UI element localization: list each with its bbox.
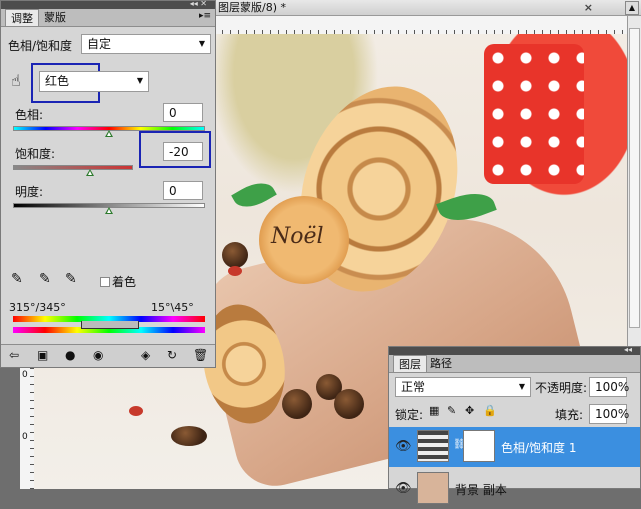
layers-tabs: 图层 路径 [389,355,640,373]
chevron-down-icon: ▼ [518,382,525,391]
expand-view-icon[interactable]: ▣ [37,348,48,362]
lightness-label: 明度: [15,185,44,199]
lightness-input[interactable]: 0 [163,181,203,200]
opacity-input[interactable]: 100% [589,377,629,397]
chocolate-nut [171,426,207,446]
lock-pixels-icon[interactable]: ✎ [447,404,456,417]
back-icon[interactable]: ⇦ [9,348,19,362]
hue-slider-thumb[interactable] [105,130,113,137]
range-slider[interactable] [81,321,139,329]
preset-value: 自定 [87,37,112,51]
document-tab-title: 图层蒙版/8) * [218,1,286,14]
cookie: Noël [259,196,349,284]
chocolate-nut [334,389,364,419]
adjustments-footer: ⇦ ▣ ● ◉ ◈ ↻ 🗑 [1,344,215,367]
horizontal-ruler [214,16,627,35]
eyedropper-minus-icon[interactable]: ✎ [65,271,77,287]
tab-adjustments[interactable]: 调整 [5,9,39,26]
collapse-icon[interactable]: ◂◂ [624,345,632,354]
fill-input[interactable]: 100% [589,404,629,424]
scroll-up-icon[interactable]: ▲ [625,1,639,15]
hue-label: 色相: [15,108,44,122]
visibility-icon[interactable]: ◉ [93,348,103,362]
layer-name: 背景 副本 [455,483,507,497]
chevron-down-icon: ▼ [198,39,205,48]
tab-paths[interactable]: 路径 [425,355,457,372]
eyedropper-plus-icon[interactable]: ✎ [39,271,51,287]
saturation-slider[interactable] [13,165,133,170]
chocolate-nut [222,242,248,268]
lightness-slider-thumb[interactable] [105,207,113,214]
hand-adjust-icon[interactable]: ☝ [11,71,21,90]
cookie-text: Noël [271,224,324,249]
panel-titlebar[interactable]: ◂◂ ✕ [1,0,215,9]
chocolate-nut [282,389,312,419]
range-right-label: 15°\45° [151,301,194,314]
vertical-scrollbar[interactable] [627,16,641,346]
holly-leaf [231,175,277,215]
tab-masks[interactable]: 蒙版 [39,9,71,26]
preset-label: 色相/饱和度 [8,39,73,53]
reset-icon[interactable]: ↻ [167,348,177,362]
colorize-checkbox[interactable] [100,277,110,287]
hue-input[interactable]: 0 [163,103,203,122]
close-document-icon[interactable]: × [584,0,593,16]
scrollbar-thumb[interactable] [629,28,640,328]
polka-dot-mug [484,44,584,184]
lock-all-icon[interactable]: 🔒 [483,404,497,417]
saturation-label: 饱和度: [15,147,56,161]
channel-dropdown[interactable]: 红色 ▼ [39,71,149,92]
lock-position-icon[interactable]: ✥ [465,404,474,417]
mask-thumbnail [463,430,495,462]
red-berry [228,266,242,276]
layers-panel: ◂◂ 图层 路径 正常 ▼ 不透明度: 100% 锁定: ▦ ✎ ✥ 🔒 填充:… [388,345,641,504]
eyedropper-icon[interactable]: ✎ [11,271,23,287]
opacity-label: 不透明度: [535,381,588,395]
panel-titlebar[interactable]: ◂◂ [389,345,640,355]
saturation-input[interactable]: -20 [163,142,203,161]
blend-mode-value: 正常 [401,380,426,394]
adjustments-panel: ◂◂ ✕ 调整 蒙版 ▸≡ 色相/饱和度 自定 ▼ ☝ 红色 ▼ 色相: 0 饱… [0,0,216,368]
blend-mode-dropdown[interactable]: 正常 ▼ [395,377,531,397]
panel-menu-icon[interactable]: ▸≡ [199,11,211,21]
saturation-slider-thumb[interactable] [85,169,94,176]
preset-dropdown[interactable]: 自定 ▼ [81,34,211,54]
chevron-down-icon: ▼ [136,76,143,85]
layer-row-hue-saturation[interactable]: 👁 ⛓ 色相/饱和度 1 [389,427,640,467]
fill-label: 填充: [555,408,584,422]
vertical-ruler: 0 0 [20,368,35,489]
ruler-mark: 0 [22,370,28,380]
document-tab[interactable]: 图层蒙版/8) * × ▲ [214,0,641,16]
eye-icon[interactable]: 👁 [395,439,412,454]
colorize-label: 着色 [112,275,137,289]
adjustments-tabs: 调整 蒙版 ▸≡ [1,9,215,27]
lock-label: 锁定: [395,408,424,422]
range-left-label: 315°/345° [9,301,66,314]
lock-transparency-icon[interactable]: ▦ [429,404,439,417]
collapse-icon[interactable]: ◂◂ ✕ [190,0,207,8]
channel-value: 红色 [45,74,70,88]
layer-thumbnail [417,472,449,504]
layer-name: 色相/饱和度 1 [501,441,577,455]
layer-row-background-copy[interactable]: 👁 背景 副本 [389,469,640,509]
ruler-mark: 0 [22,432,28,442]
clip-layer-icon[interactable]: ● [65,348,75,362]
red-berry [129,406,143,416]
previous-state-icon[interactable]: ◈ [141,348,150,362]
delete-icon[interactable]: 🗑 [193,348,208,362]
tab-layers[interactable]: 图层 [393,355,427,372]
adjustment-thumbnail [417,430,449,462]
